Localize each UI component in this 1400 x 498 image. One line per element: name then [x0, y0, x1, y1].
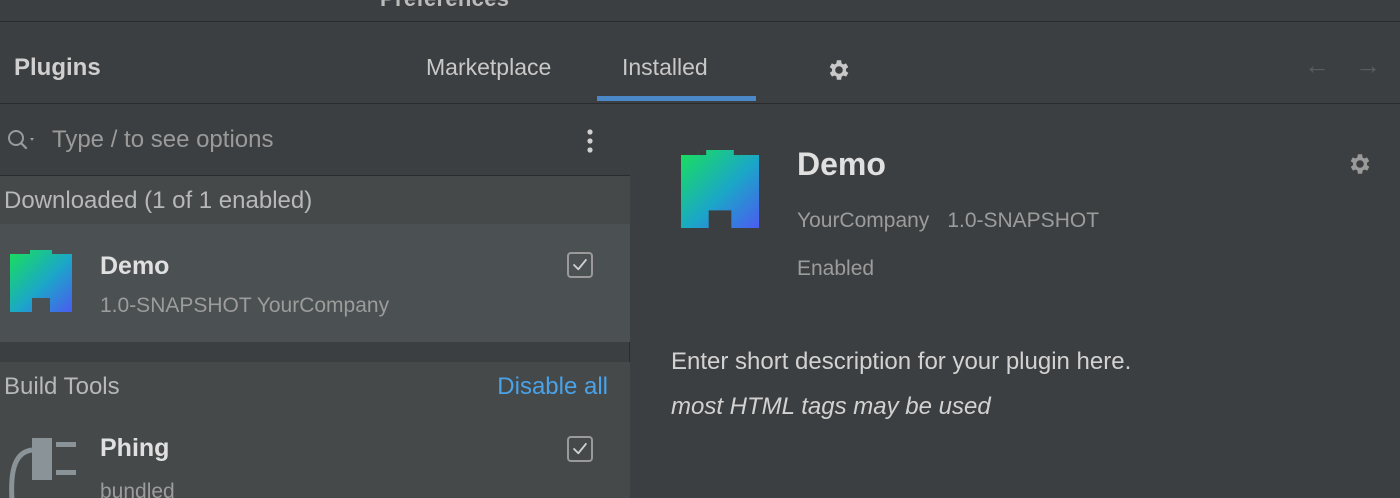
plugin-name: Demo [100, 252, 170, 280]
more-options-icon[interactable] [582, 126, 598, 156]
window-titlebar: Preferences [0, 0, 1400, 22]
plugin-row-phing[interactable]: Phing bundled [0, 410, 630, 498]
window-title: Preferences [380, 0, 509, 12]
forward-arrow-icon[interactable]: → [1355, 50, 1381, 81]
detail-plugin-name: Demo [797, 146, 886, 182]
plugin-description-italic: most HTML tags may be used [671, 393, 991, 420]
section-downloaded: Downloaded (1 of 1 enabled) [0, 176, 630, 224]
plugins-header: Plugins Marketplace Installed ← → [0, 22, 1400, 104]
plug-icon [9, 438, 76, 498]
detail-plugin-meta: YourCompany 1.0-SNAPSHOT [797, 209, 1099, 233]
plugin-detail-panel: Demo YourCompany 1.0-SNAPSHOT Enabled Ent… [631, 104, 1400, 498]
plugin-name: Phing [100, 434, 170, 462]
search-icon[interactable] [6, 127, 40, 153]
demo-plugin-icon [10, 250, 72, 312]
section-label: Build Tools [4, 373, 120, 400]
section-build-tools: Build Tools Disable all [0, 362, 630, 410]
plugin-row-demo[interactable]: Demo 1.0-SNAPSHOT YourCompany [0, 224, 630, 342]
plugin-description: Enter short description for your plugin … [671, 348, 1132, 375]
detail-version: 1.0-SNAPSHOT [947, 209, 1100, 232]
detail-vendor: YourCompany [797, 209, 930, 232]
detail-status: Enabled [797, 257, 875, 280]
plugin-meta: 1.0-SNAPSHOT YourCompany [100, 294, 390, 317]
section-label: Downloaded (1 of 1 enabled) [4, 187, 313, 214]
tab-marketplace[interactable]: Marketplace [426, 54, 551, 81]
gear-icon[interactable] [826, 57, 852, 83]
search-input[interactable] [52, 120, 532, 160]
tab-installed[interactable]: Installed [622, 54, 708, 81]
page-title: Plugins [14, 54, 101, 81]
gear-icon[interactable] [1347, 151, 1373, 177]
plugin-enabled-checkbox[interactable] [567, 436, 593, 462]
disable-all-link[interactable]: Disable all [497, 373, 608, 401]
active-tab-indicator [597, 96, 756, 101]
plugin-enabled-checkbox[interactable] [567, 252, 593, 278]
plugin-list-panel: Downloaded (1 of 1 enabled) Demo 1.0-SNA… [0, 104, 630, 498]
demo-plugin-icon [681, 150, 759, 228]
plugin-meta: bundled [100, 480, 175, 498]
back-arrow-icon[interactable]: ← [1304, 50, 1330, 81]
search-bar [0, 104, 630, 176]
